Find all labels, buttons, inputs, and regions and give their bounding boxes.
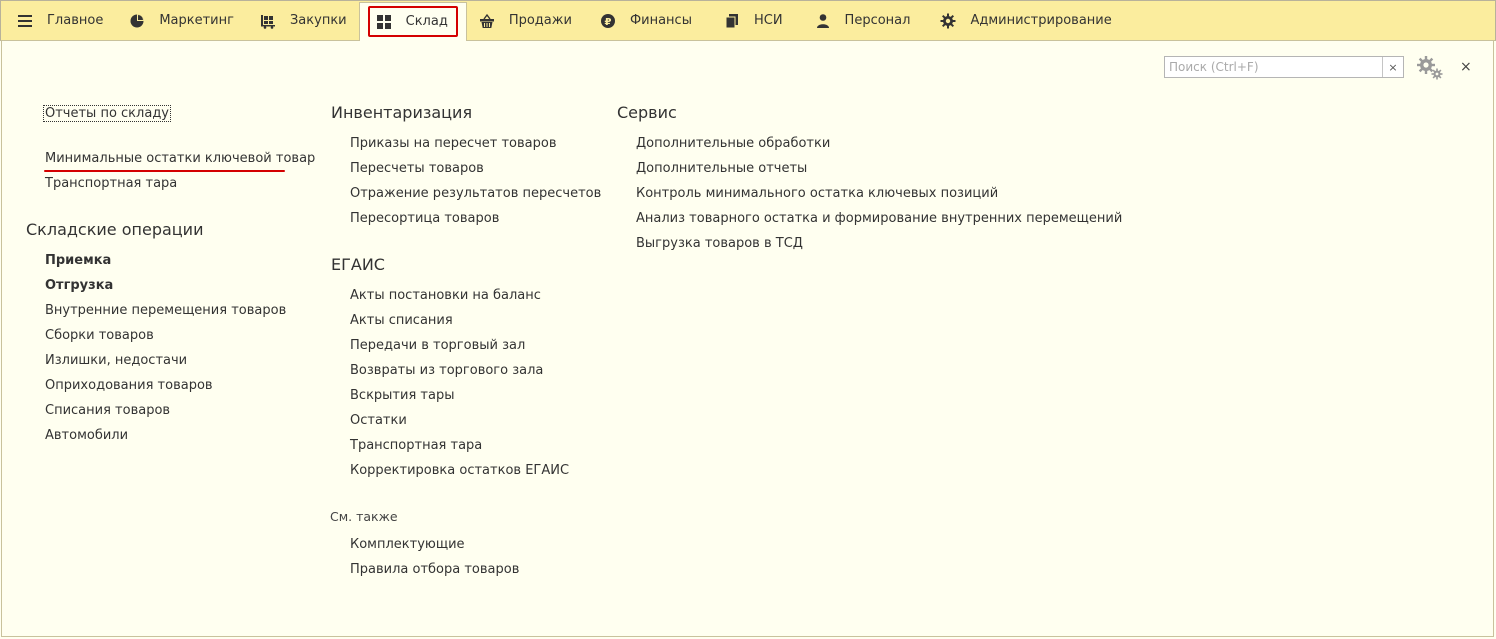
egais-item-transfers-to-hall[interactable]: Передачи в торговый зал: [350, 338, 525, 353]
egais-item-balance-correction[interactable]: Корректировка остатков ЕГАИС: [350, 463, 569, 478]
report-item-min-stock[interactable]: Минимальные остатки ключевой товар: [45, 151, 315, 166]
settings-gear-icon[interactable]: [1416, 55, 1444, 81]
tab-sales[interactable]: Продажи: [467, 2, 584, 39]
inv-item-recount-results[interactable]: Отражение результатов пересчетов: [350, 186, 601, 201]
ops-item-internal-transfers[interactable]: Внутренние перемещения товаров: [45, 303, 286, 318]
service-item-stock-analysis[interactable]: Анализ товарного остатка и формирование …: [636, 211, 1122, 226]
group-title-warehouse-ops: Складские операции: [26, 220, 204, 239]
egais-item-balances[interactable]: Остатки: [350, 413, 407, 428]
service-item-extra-reports[interactable]: Дополнительные отчеты: [636, 161, 807, 176]
egais-item-balance-acts[interactable]: Акты постановки на баланс: [350, 288, 541, 303]
report-item-transport-tare[interactable]: Транспортная тара: [45, 176, 177, 191]
tab-purchases[interactable]: Закупки: [246, 2, 359, 39]
tab-finance[interactable]: ₽ Финансы: [584, 2, 704, 39]
egais-item-returns-from-hall[interactable]: Возвраты из торгового зала: [350, 363, 543, 378]
service-item-min-stock-control[interactable]: Контроль минимального остатка ключевых п…: [636, 186, 998, 201]
egais-item-transport-tare[interactable]: Транспортная тара: [350, 438, 482, 453]
ruble-coin-icon: ₽: [600, 13, 616, 29]
tab-label: Администрирование: [970, 13, 1112, 28]
tab-label: Персонал: [844, 13, 911, 28]
search-input[interactable]: [1165, 57, 1382, 77]
clear-search-button[interactable]: ×: [1382, 57, 1403, 77]
tab-label: Маркетинг: [159, 13, 234, 28]
menu-icon: [17, 13, 33, 29]
ops-item-postings[interactable]: Оприходования товаров: [45, 378, 213, 393]
see-also-title: См. также: [330, 509, 398, 524]
group-title-service: Сервис: [617, 103, 677, 122]
group-title-inventory: Инвентаризация: [331, 103, 473, 122]
person-icon: [815, 13, 831, 29]
ops-item-receiving[interactable]: Приемка: [45, 253, 111, 268]
inv-item-recount-orders[interactable]: Приказы на пересчет товаров: [350, 136, 557, 151]
section-panel: [1, 40, 1494, 637]
tab-label: Закупки: [289, 13, 347, 28]
egais-item-write-off-acts[interactable]: Акты списания: [350, 313, 453, 328]
ops-item-assemblies[interactable]: Сборки товаров: [45, 328, 154, 343]
cart-icon: [260, 13, 276, 29]
tab-main[interactable]: Главное: [1, 2, 115, 39]
group-title-egais: ЕГАИС: [331, 255, 385, 274]
service-item-export-tsd[interactable]: Выгрузка товаров в ТСД: [636, 236, 803, 251]
see-also-item-selection-rules[interactable]: Правила отбора товаров: [350, 562, 519, 577]
tab-personnel[interactable]: Персонал: [795, 2, 923, 39]
close-button[interactable]: ×: [1460, 59, 1472, 75]
warehouse-grid-icon: [376, 14, 392, 30]
pie-chart-icon: [129, 13, 145, 29]
tab-marketing[interactable]: Маркетинг: [115, 2, 246, 39]
tab-administration[interactable]: Администрирование: [922, 2, 1123, 39]
tab-nsi[interactable]: НСИ: [704, 2, 795, 39]
ops-item-surplus-shortage[interactable]: Излишки, недостачи: [45, 353, 187, 368]
documents-icon: [724, 13, 740, 29]
inv-item-recounts[interactable]: Пересчеты товаров: [350, 161, 484, 176]
ops-item-write-offs[interactable]: Списания товаров: [45, 403, 170, 418]
tab-label: НСИ: [753, 13, 783, 28]
reports-link[interactable]: Отчеты по складу: [43, 105, 171, 122]
ops-item-vehicles[interactable]: Автомобили: [45, 428, 128, 443]
see-also-item-components[interactable]: Комплектующие: [350, 537, 465, 552]
tab-label: Продажи: [508, 13, 572, 28]
inv-item-regrading[interactable]: Пересортица товаров: [350, 211, 499, 226]
ops-item-shipping[interactable]: Отгрузка: [45, 278, 113, 293]
tab-label: Финансы: [629, 13, 692, 28]
tab-warehouse[interactable]: Склад: [358, 1, 467, 41]
svg-text:₽: ₽: [604, 17, 611, 28]
tab-label: Главное: [47, 13, 104, 28]
service-item-extra-processing[interactable]: Дополнительные обработки: [636, 136, 830, 151]
gear-icon: [940, 13, 956, 29]
search-box: ×: [1164, 56, 1404, 78]
active-tab-highlight: Склад: [367, 6, 458, 37]
egais-item-tare-openings[interactable]: Вскрытия тары: [350, 388, 454, 403]
red-underline-annotation: [44, 170, 285, 172]
basket-icon: [479, 13, 495, 29]
section-bar: Главное Маркетинг Закупки Склад Продажи …: [0, 0, 1496, 41]
tab-label: Склад: [405, 14, 448, 29]
